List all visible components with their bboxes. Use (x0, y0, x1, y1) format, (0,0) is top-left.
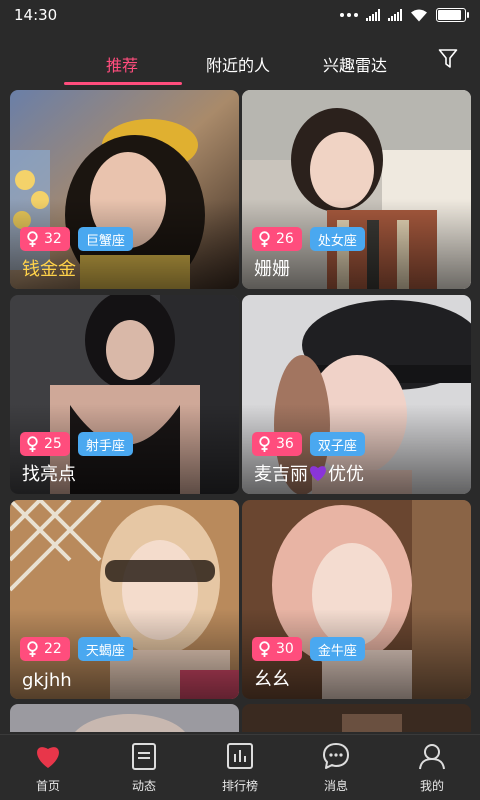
purple-heart-icon (310, 466, 326, 481)
wifi-icon (411, 9, 427, 21)
female-icon (259, 230, 270, 247)
tab-recommend[interactable]: 推荐 (106, 52, 138, 76)
nav-ranking[interactable]: 排行榜 (192, 735, 288, 800)
user-card[interactable]: 26 处女座 姗姗 (242, 90, 471, 289)
female-icon (27, 640, 38, 657)
zodiac-badge: 射手座 (77, 432, 133, 456)
user-photo (10, 704, 239, 732)
user-photo (242, 704, 471, 732)
age-badge: 36 (252, 432, 302, 456)
nav-messages[interactable]: 消息 (288, 735, 384, 800)
more-dots-icon (340, 13, 358, 17)
user-card[interactable]: 30 金牛座 幺幺 (242, 500, 471, 699)
zodiac-badge: 金牛座 (309, 637, 365, 661)
status-icons (340, 8, 469, 22)
zodiac-badge: 巨蟹座 (77, 227, 133, 251)
document-icon (132, 743, 156, 770)
female-icon (259, 640, 270, 657)
user-card[interactable] (242, 704, 471, 732)
user-nickname: 麦吉丽 优优 (254, 464, 364, 485)
bottom-navigation: 首页 动态 排行榜 消息 我的 (0, 734, 480, 800)
user-nickname: 幺幺 (254, 669, 290, 690)
female-icon (27, 435, 38, 452)
age-badge: 22 (20, 637, 70, 661)
user-nickname: 找亮点 (22, 464, 76, 485)
zodiac-badge: 天蝎座 (77, 637, 133, 661)
tab-interest-radar[interactable]: 兴趣雷达 (323, 52, 387, 76)
signal-icon-2 (388, 9, 402, 21)
filter-icon[interactable] (438, 48, 458, 70)
age-badge: 30 (252, 637, 302, 661)
female-icon (27, 230, 38, 247)
female-icon (259, 435, 270, 452)
user-card[interactable]: 25 射手座 找亮点 (10, 295, 239, 494)
age-badge: 25 (20, 432, 70, 456)
zodiac-badge: 处女座 (309, 227, 365, 251)
tab-underline (64, 82, 182, 85)
status-bar: 14:30 (0, 0, 480, 30)
top-tabs: 推荐 附近的人 兴趣雷达 (0, 40, 480, 86)
signal-icon (366, 9, 380, 21)
tab-nearby[interactable]: 附近的人 (206, 52, 270, 76)
heart-icon (37, 747, 59, 768)
age-badge: 32 (20, 227, 70, 251)
user-card[interactable]: 32 巨蟹座 钱金金 (10, 90, 239, 289)
user-card[interactable]: 36 双子座 麦吉丽 优优 (242, 295, 471, 494)
ranking-chart-icon (227, 743, 253, 769)
zodiac-badge: 双子座 (309, 432, 365, 456)
user-card[interactable] (10, 704, 239, 732)
battery-icon (436, 8, 469, 22)
app-screen: 14:30 推荐 附近的人 兴趣雷达 32 巨蟹座 钱金金 26 处女座 姗姗 … (0, 0, 480, 800)
user-grid: 32 巨蟹座 钱金金 26 处女座 姗姗 25 射手座 找亮点 36 双子座 麦… (0, 90, 480, 732)
user-icon (419, 744, 445, 770)
chat-bubble-icon (323, 743, 349, 769)
user-card[interactable]: 22 天蝎座 gkjhh (10, 500, 239, 699)
nav-me[interactable]: 我的 (384, 735, 480, 800)
age-badge: 26 (252, 227, 302, 251)
user-nickname: 钱金金 (22, 259, 76, 280)
status-time: 14:30 (14, 6, 58, 24)
user-nickname: gkjhh (22, 670, 72, 691)
nav-home[interactable]: 首页 (0, 735, 96, 800)
user-nickname: 姗姗 (254, 259, 290, 280)
nav-feed[interactable]: 动态 (96, 735, 192, 800)
